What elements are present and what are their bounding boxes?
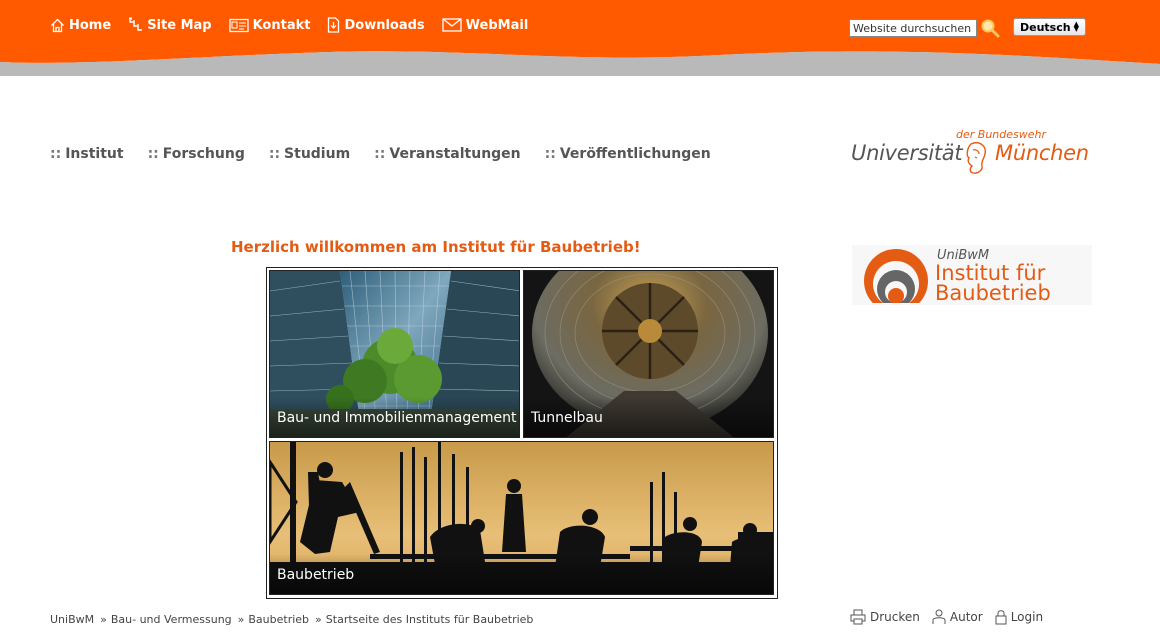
nav-institut-label: Institut [65, 146, 124, 162]
topnav-downloads[interactable]: Downloads [327, 14, 425, 36]
breadcrumb-item-unibwm[interactable]: UniBwM [50, 613, 94, 626]
header-band: Home Site Map Kontakt Downloads WebMail [0, 0, 1160, 80]
nav-separator: :: [544, 146, 556, 162]
topnav-webmail[interactable]: WebMail [442, 14, 529, 36]
main-navigation: :: Institut :: Forschung :: Studium :: Veran… [50, 146, 735, 162]
nav-studium-label: Studium [284, 146, 351, 162]
university-logo-left: Universität [851, 141, 963, 165]
page: Home Site Map Kontakt Downloads WebMail [0, 0, 1160, 642]
nav-veranstaltungen[interactable]: :: Veranstaltungen [374, 146, 520, 162]
mail-icon [442, 18, 462, 32]
topnav-downloads-label: Downloads [344, 17, 425, 33]
nav-forschung[interactable]: :: Forschung [148, 146, 245, 162]
login-label: Login [1010, 610, 1044, 624]
download-icon [328, 17, 340, 33]
page-tools: Drucken Autor Login [850, 609, 1055, 625]
topnav-kontakt-label: Kontakt [252, 17, 311, 33]
breadcrumb-separator: » [315, 613, 322, 626]
nav-veroeffentlichungen-label: Veröffentlichungen [559, 146, 711, 162]
contact-card-icon [228, 18, 249, 32]
nav-separator: :: [147, 146, 159, 162]
topnav-home[interactable]: Home [50, 14, 111, 36]
search-box [849, 17, 1001, 39]
tile-bau-immobilienmanagement[interactable]: Bau- und Immobilienmanagement [269, 270, 520, 438]
author-label: Autor [949, 610, 983, 624]
tile-caption-bar: Tunnelbau [524, 397, 773, 437]
breadcrumb-separator: » [100, 613, 107, 626]
tile-caption: Bau- und Immobilienmanagement [277, 410, 517, 426]
sitemap-icon [129, 17, 143, 31]
top-navigation: Home Site Map Kontakt Downloads WebMail [50, 14, 545, 36]
athena-head-icon [966, 142, 986, 174]
breadcrumb-item-bau-vermessung[interactable]: Bau- und Vermessung [111, 613, 232, 626]
university-logo[interactable]: der Bundeswehr Universität München [850, 128, 1090, 178]
breadcrumb-separator: » [237, 613, 245, 626]
author-link[interactable]: Autor [932, 609, 983, 625]
topnav-sitemap[interactable]: Site Map [128, 14, 212, 36]
nav-veranstaltungen-label: Veranstaltungen [389, 146, 521, 162]
tile-baubetrieb[interactable]: Baubetrieb [269, 441, 774, 595]
printer-icon [850, 609, 866, 625]
search-magnifier-icon [981, 19, 1000, 38]
nav-veroeffentlichungen[interactable]: :: Veröffentlichungen [545, 146, 711, 162]
print-label: Drucken [870, 610, 920, 624]
search-input[interactable] [849, 19, 977, 37]
tile-tunnelbau[interactable]: Tunnelbau [523, 270, 774, 438]
nav-separator: :: [50, 146, 62, 162]
language-selected: Deutsch [1020, 20, 1071, 34]
person-icon [932, 609, 946, 624]
topnav-webmail-label: WebMail [465, 17, 529, 33]
search-button[interactable] [979, 17, 1001, 39]
topnav-kontakt[interactable]: Kontakt [228, 14, 311, 36]
institute-logo-line2: Baubetrieb [935, 281, 1051, 305]
tile-caption-bar: Bau- und Immobilienmanagement [270, 397, 519, 437]
lock-icon [995, 610, 1007, 625]
breadcrumb-item-baubetrieb[interactable]: Baubetrieb [248, 613, 309, 626]
university-logo-right: München [995, 141, 1089, 165]
welcome-heading: Herzlich willkommen am Institut für Baub… [231, 238, 641, 256]
tile-caption: Baubetrieb [277, 567, 355, 583]
breadcrumb: UniBwM » Bau- und Vermessung » Baubetrie… [50, 613, 533, 626]
nav-institut[interactable]: :: Institut [50, 146, 124, 162]
home-icon [51, 18, 64, 32]
header-wave-background [0, 0, 1160, 76]
language-select[interactable]: Deutsch ▲ ▼ [1013, 18, 1086, 36]
nav-separator: :: [374, 146, 386, 162]
institute-rings-icon [852, 249, 932, 305]
breadcrumb-item-current: Startseite des Instituts für Baubetrieb [325, 613, 534, 626]
topnav-sitemap-label: Site Map [147, 17, 212, 33]
nav-forschung-label: Forschung [162, 146, 245, 162]
tile-caption-bar: Baubetrieb [270, 554, 773, 594]
select-arrows-icon: ▲ ▼ [1073, 20, 1079, 33]
login-link[interactable]: Login [995, 609, 1043, 625]
nav-separator: :: [268, 146, 281, 162]
image-grid: Bau- und Immobilienmanagement Tunnelbau … [266, 267, 778, 599]
topnav-home-label: Home [69, 17, 112, 33]
print-link[interactable]: Drucken [850, 609, 920, 625]
institute-logo: UniBwM Institut für Baubetrieb [852, 245, 1092, 305]
tile-caption: Tunnelbau [531, 410, 603, 426]
nav-studium[interactable]: :: Studium [269, 146, 350, 162]
